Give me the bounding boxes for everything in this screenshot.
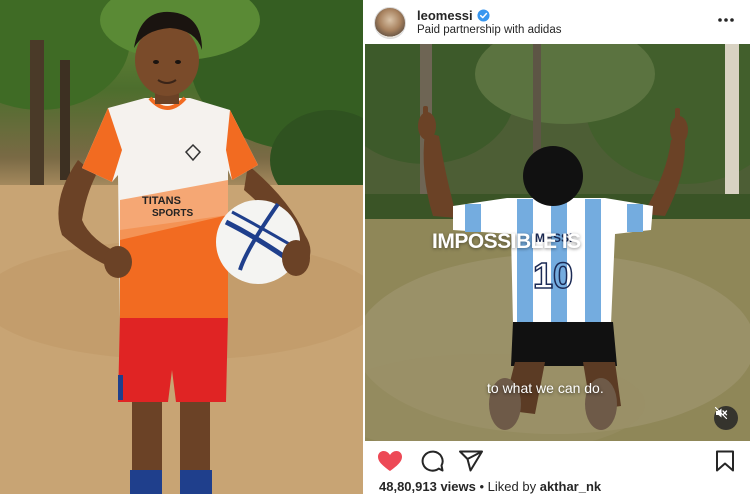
liked-by-prefix: Liked by (487, 479, 537, 494)
more-icon[interactable] (716, 12, 736, 28)
liked-by-user[interactable]: akthar_nk (540, 479, 601, 494)
username[interactable]: leomessi (417, 8, 473, 23)
jersey-brand-line1: TITANS (142, 195, 181, 207)
video-caption-headline: IMPOSSIBLE IS (432, 230, 581, 253)
username-row: leomessi (417, 8, 490, 23)
right-finger (675, 108, 680, 126)
stats-separator: • (479, 479, 485, 494)
post-video[interactable]: MESSI 10 IMPOSSIBLE IS to what we can do… (365, 44, 750, 441)
comment-icon[interactable] (419, 450, 445, 472)
mute-icon (714, 406, 728, 420)
save-icon[interactable] (714, 450, 736, 472)
avatar[interactable] (374, 7, 406, 39)
photo-illustration: TITANS SPORTS (0, 0, 363, 494)
video-subtitle: to what we can do. (487, 380, 604, 396)
left-leg (132, 395, 162, 480)
jersey-stripe (627, 204, 643, 232)
boy-football-photo: TITANS SPORTS (0, 0, 363, 494)
jersey-stripe (585, 199, 601, 324)
jersey-stripe (465, 204, 481, 232)
right-sock (180, 470, 212, 494)
eye (153, 60, 159, 64)
right-leg (180, 395, 210, 480)
tree-trunk (30, 40, 44, 190)
post-stats: 48,80,913 views • Liked by akthar_nk (379, 479, 601, 494)
share-icon[interactable] (458, 450, 484, 472)
shorts-stripe (118, 375, 123, 400)
view-count[interactable]: 48,80,913 views (379, 479, 476, 494)
mute-button[interactable] (714, 406, 738, 430)
left-sock (130, 470, 162, 494)
tree-trunk (60, 60, 70, 180)
verified-icon (477, 9, 490, 22)
jersey-stripe (517, 199, 533, 324)
post-header: leomessi Paid partnership with adidas (365, 0, 750, 44)
post-actions (365, 441, 750, 477)
like-icon[interactable] (377, 450, 403, 472)
eye (175, 60, 181, 64)
instagram-post: leomessi Paid partnership with adidas ME… (365, 0, 750, 494)
paid-partnership-label[interactable]: Paid partnership with adidas (417, 24, 561, 36)
black-shorts (511, 322, 617, 366)
jersey-number: 10 (533, 255, 573, 296)
hair (523, 146, 583, 206)
left-finger (423, 106, 428, 124)
right-hand (282, 240, 310, 276)
jersey-brand-line2: SPORTS (152, 208, 193, 219)
left-hand (104, 246, 132, 278)
